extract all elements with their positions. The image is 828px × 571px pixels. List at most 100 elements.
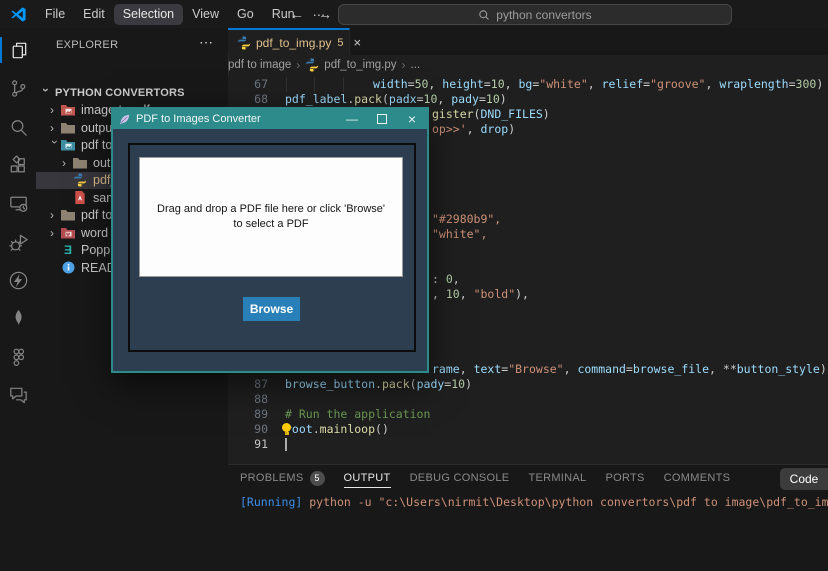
- line-number: 67: [228, 77, 268, 92]
- poppler-icon: Ǝ: [60, 244, 76, 256]
- chevron-down-icon: ›: [50, 140, 60, 150]
- activity-bar: [0, 28, 36, 571]
- code-line: , 10, "bold"),: [432, 287, 529, 302]
- root-folder-label: PYTHON CONVERTORS: [55, 87, 185, 99]
- output-channel-button[interactable]: Code: [780, 468, 828, 490]
- panel-tab-label: TERMINAL: [528, 472, 586, 484]
- activity-remote-explorer-icon[interactable]: [0, 188, 36, 218]
- explorer-more-icon[interactable]: ⋯: [199, 34, 214, 51]
- vscode-window: FileEditSelectionViewGoRun⋯ ← → python c…: [0, 0, 828, 571]
- folder-icon: [60, 122, 76, 134]
- folder-icon: [72, 157, 88, 169]
- activity-comments-icon[interactable]: [0, 380, 36, 410]
- tk-feather-icon: [119, 114, 130, 125]
- output-text-segment: python -u "c:\Users\nirmit\Desktop\pytho…: [309, 495, 828, 509]
- pdf-converter-dialog: PDF to Images Converter — × Drag and dro…: [111, 107, 429, 373]
- code-line: rame, text="Browse", command=browse_file…: [432, 362, 827, 377]
- code-line: root.mainloop(): [285, 422, 389, 437]
- tab-pdf-to-img[interactable]: pdf_to_img.py 5 ×: [228, 28, 350, 55]
- activity-explorer-icon[interactable]: [0, 35, 36, 65]
- chevron-down-icon: ›: [41, 88, 51, 98]
- explorer-root-folder[interactable]: › PYTHON CONVERTORS: [36, 84, 228, 102]
- folder-word-icon: [60, 227, 76, 239]
- line-number: 87: [228, 377, 268, 392]
- python-icon: [72, 173, 88, 187]
- editor-tab-strip: pdf_to_img.py 5 ×: [228, 28, 828, 55]
- pdf-icon: [72, 191, 88, 204]
- browse-button[interactable]: Browse: [243, 297, 300, 321]
- code-line: gister(DND_FILES): [432, 107, 550, 122]
- panel-tab-terminal[interactable]: TERMINAL: [528, 472, 586, 488]
- line-number: 89: [228, 407, 268, 422]
- history-forward-icon[interactable]: →: [318, 6, 332, 22]
- panel-tab-label: PORTS: [605, 472, 644, 484]
- line-number: 90: [228, 422, 268, 437]
- folder-icon: [60, 209, 76, 221]
- code-line: op>>', drop): [432, 122, 515, 137]
- history-back-icon[interactable]: ←: [290, 6, 304, 22]
- breadcrumb-separator: ›: [402, 58, 406, 72]
- dialog-title-bar[interactable]: PDF to Images Converter — ×: [113, 109, 427, 129]
- breadcrumb-item[interactable]: pdf_to_img.py: [324, 59, 396, 71]
- dialog-minimize-button[interactable]: —: [337, 109, 367, 129]
- activity-extensions-icon[interactable]: [0, 150, 36, 180]
- menu-file[interactable]: File: [36, 4, 74, 25]
- activity-search-icon[interactable]: [0, 112, 36, 142]
- panel-tab-output[interactable]: OUTPUT: [344, 472, 391, 488]
- breadcrumb-item[interactable]: ...: [411, 59, 421, 71]
- chevron-right-icon: ›: [50, 210, 60, 220]
- activity-figma-icon[interactable]: [0, 342, 36, 372]
- tab-problems-badge: 5: [337, 37, 343, 49]
- panel-tab-debug-console[interactable]: DEBUG CONSOLE: [410, 472, 510, 488]
- panel-tab-label: PROBLEMS: [240, 472, 304, 484]
- activity-source-control-icon[interactable]: [0, 73, 36, 103]
- chevron-right-icon: ›: [50, 123, 60, 133]
- indent-guide: [314, 77, 315, 92]
- activity-mongodb-icon[interactable]: [0, 303, 36, 333]
- activity-thunder-client-icon[interactable]: [0, 265, 36, 295]
- code-line: width=50, height=10, bg="white", relief=…: [373, 77, 823, 92]
- panel-tab-ports[interactable]: PORTS: [605, 472, 644, 488]
- info-icon: [60, 261, 76, 274]
- tab-filename: pdf_to_img.py: [256, 36, 331, 50]
- menu-go[interactable]: Go: [228, 4, 263, 25]
- activity-run-debug-icon[interactable]: [0, 227, 36, 257]
- breadcrumb[interactable]: pdf to image›pdf_to_img.py›...: [228, 55, 828, 75]
- lightbulb-icon[interactable]: [281, 423, 292, 436]
- code-line: "#2980b9",: [432, 212, 501, 227]
- panel-tab-label: COMMENTS: [664, 472, 731, 484]
- search-icon: [478, 9, 490, 21]
- panel-tab-comments[interactable]: COMMENTS: [664, 472, 731, 488]
- python-file-icon: [305, 58, 319, 72]
- menu-edit[interactable]: Edit: [74, 4, 114, 25]
- menu-view[interactable]: View: [183, 4, 228, 25]
- code-line: : 0,: [432, 272, 460, 287]
- dialog-title: PDF to Images Converter: [136, 113, 261, 125]
- folder-image-open-icon: [60, 139, 76, 151]
- dialog-close-button[interactable]: ×: [397, 109, 427, 129]
- indent-guide: [286, 77, 287, 92]
- text-cursor: [285, 438, 287, 451]
- panel-tab-problems[interactable]: PROBLEMS5: [240, 471, 325, 490]
- vscode-logo-icon: [10, 6, 27, 23]
- output-text-segment: [Running]: [240, 495, 309, 509]
- code-line: pdf_label.pack(padx=10, pady=10): [285, 92, 507, 107]
- dialog-maximize-button[interactable]: [367, 109, 397, 129]
- panel-tab-label: OUTPUT: [344, 472, 391, 484]
- folder-image-icon: [60, 104, 76, 116]
- tab-close-icon[interactable]: ×: [354, 35, 362, 50]
- chevron-right-icon: ›: [62, 158, 72, 168]
- drop-zone-text: Drag and drop a PDF file here or click '…: [152, 202, 390, 232]
- line-number: 68: [228, 92, 268, 107]
- python-file-icon: [237, 36, 251, 50]
- code-line: browse_button.pack(pady=10): [285, 377, 472, 392]
- bottom-panel: PROBLEMS5 OUTPUT DEBUG CONSOLE TERMINAL PORT…: [228, 464, 828, 571]
- breadcrumb-item[interactable]: pdf to image: [228, 59, 291, 71]
- line-number: 88: [228, 392, 268, 407]
- code-line: # Run the application: [285, 407, 430, 422]
- search-query-text: python convertors: [496, 8, 591, 22]
- pdf-drop-zone[interactable]: Drag and drop a PDF file here or click '…: [139, 157, 403, 277]
- command-center-search[interactable]: python convertors: [338, 4, 732, 25]
- output-log-line: [Running] python -u "c:\Users\nirmit\Des…: [240, 495, 828, 509]
- menu-selection[interactable]: Selection: [114, 4, 183, 25]
